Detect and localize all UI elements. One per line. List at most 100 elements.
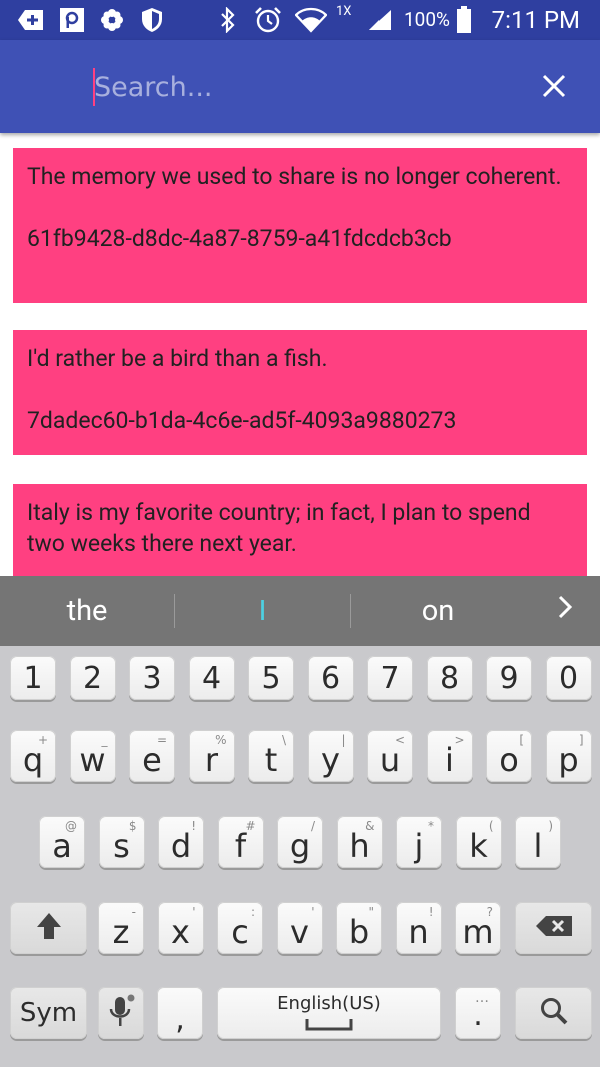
- key-label: 4: [201, 660, 222, 696]
- suggestion-right[interactable]: on: [351, 576, 525, 646]
- voice-input-key[interactable]: [98, 987, 144, 1039]
- shift-key[interactable]: [10, 902, 87, 954]
- key-t[interactable]: \ t: [248, 730, 294, 782]
- key-u[interactable]: < u: [367, 730, 413, 782]
- key-p[interactable]: ] p: [545, 730, 592, 782]
- key-hint: *: [428, 819, 434, 833]
- key-w[interactable]: _ w: [69, 730, 116, 782]
- key-hint: ]: [578, 733, 584, 747]
- card-text: I'd rather be a bird than a fish.: [27, 345, 328, 372]
- key-label: z: [112, 913, 130, 951]
- suggestion-left[interactable]: the: [0, 576, 174, 646]
- key-label: k: [469, 827, 488, 865]
- list-item[interactable]: The memory we used to share is no longer…: [13, 148, 587, 303]
- spacebar-icon: [305, 1019, 353, 1031]
- key-hint: (: [488, 819, 494, 833]
- key-label: 5: [261, 660, 281, 696]
- key-1[interactable]: 1: [10, 656, 56, 700]
- key-4[interactable]: 4: [188, 656, 235, 700]
- key-hint: ': [192, 905, 196, 919]
- key-s[interactable]: $ s: [98, 816, 145, 868]
- microphone-icon: [106, 993, 136, 1033]
- more-suggestions-button[interactable]: [540, 576, 590, 646]
- key-label: o: [499, 741, 519, 779]
- key-8[interactable]: 8: [426, 656, 473, 700]
- suggestion-middle[interactable]: I: [175, 576, 350, 646]
- key-hint: /: [310, 819, 315, 833]
- key-0[interactable]: 0: [545, 656, 592, 700]
- key-label: y: [321, 741, 340, 779]
- key-hint: |: [341, 733, 346, 747]
- on-screen-keyboard: 1234567890 + q _ w = e% r \ t | y < u > i[o] p @ a $ s! d # f…: [0, 646, 600, 1067]
- backspace-key[interactable]: [515, 902, 592, 954]
- key-7[interactable]: 7: [367, 656, 413, 700]
- key-a[interactable]: @ a: [39, 816, 85, 868]
- key-b[interactable]: " b: [336, 902, 382, 954]
- key-hint: \: [281, 733, 286, 747]
- key-z[interactable]: -z: [98, 902, 144, 954]
- battery-percent: 100%: [404, 8, 450, 31]
- key-e[interactable]: = e: [129, 730, 175, 782]
- key-m[interactable]: ? m: [455, 902, 501, 954]
- card-id: 7dadec60-b1da-4c6e-ad5f-4093a9880273: [27, 407, 457, 434]
- search-key[interactable]: [515, 987, 592, 1039]
- sym-key[interactable]: Sym: [10, 987, 87, 1039]
- close-search-button[interactable]: [532, 68, 576, 108]
- space-key[interactable]: English(US): [217, 987, 441, 1039]
- key-label: x: [171, 913, 190, 951]
- key-j[interactable]: * j: [396, 816, 442, 868]
- key-k[interactable]: (k: [455, 816, 502, 868]
- key-2[interactable]: 2: [69, 656, 116, 700]
- key-label: d: [170, 827, 192, 865]
- key-h[interactable]: & h: [336, 816, 383, 868]
- key-f[interactable]: # f: [217, 816, 264, 868]
- list-item[interactable]: Italy is my favorite country; in fact, I…: [13, 484, 587, 576]
- key-q[interactable]: + q: [10, 730, 56, 782]
- suggestion-bar: the I on: [0, 576, 600, 646]
- key-hint: -: [131, 905, 136, 919]
- key-g[interactable]: / g: [277, 816, 323, 868]
- add-box-icon: [16, 6, 46, 34]
- key-label: r: [204, 741, 219, 779]
- key-label: u: [379, 741, 401, 779]
- key-label: v: [290, 913, 309, 951]
- comma-key[interactable]: ,: [157, 987, 203, 1039]
- signal-icon: [366, 6, 394, 34]
- key-9[interactable]: 9: [486, 656, 532, 700]
- key-hint: >: [454, 733, 465, 747]
- key-r[interactable]: % r: [188, 730, 235, 782]
- key-label: 3: [142, 660, 162, 696]
- key-n[interactable]: ! n: [395, 902, 442, 954]
- key-l[interactable]: ) l: [515, 816, 561, 868]
- search-icon: [539, 996, 569, 1030]
- key-d[interactable]: ! d: [158, 816, 204, 868]
- key-label: e: [142, 741, 162, 779]
- key-o[interactable]: [o: [486, 730, 532, 782]
- shield-icon: [138, 6, 166, 34]
- search-input[interactable]: [92, 68, 514, 106]
- key-v[interactable]: ' v: [276, 902, 323, 954]
- results-list[interactable]: The memory we used to share is no longer…: [0, 133, 600, 576]
- key-label: 7: [380, 660, 400, 696]
- key-3[interactable]: 3: [129, 656, 175, 700]
- key-i[interactable]: > i: [426, 730, 473, 782]
- key-y[interactable]: | y: [307, 730, 354, 782]
- key-label: i: [445, 741, 454, 779]
- key-5[interactable]: 5: [248, 656, 294, 700]
- list-item[interactable]: I'd rather be a bird than a fish. 7dadec…: [13, 330, 587, 455]
- key-c[interactable]: :c: [217, 902, 263, 954]
- key-hint: ": [368, 905, 374, 919]
- key-label: 9: [499, 660, 519, 696]
- shift-arrow-icon: [35, 911, 63, 945]
- key-hint: [: [519, 733, 524, 747]
- key-x[interactable]: ' x: [157, 902, 204, 954]
- key-label: s: [113, 827, 130, 865]
- p-app-icon: [58, 6, 86, 34]
- text-cursor: [93, 68, 95, 106]
- key-label: b: [348, 913, 370, 951]
- key-hint: !: [428, 905, 434, 919]
- period-key[interactable]: … .: [455, 987, 501, 1039]
- key-label: n: [408, 913, 429, 951]
- key-6[interactable]: 6: [307, 656, 354, 700]
- key-hint: ): [548, 819, 553, 833]
